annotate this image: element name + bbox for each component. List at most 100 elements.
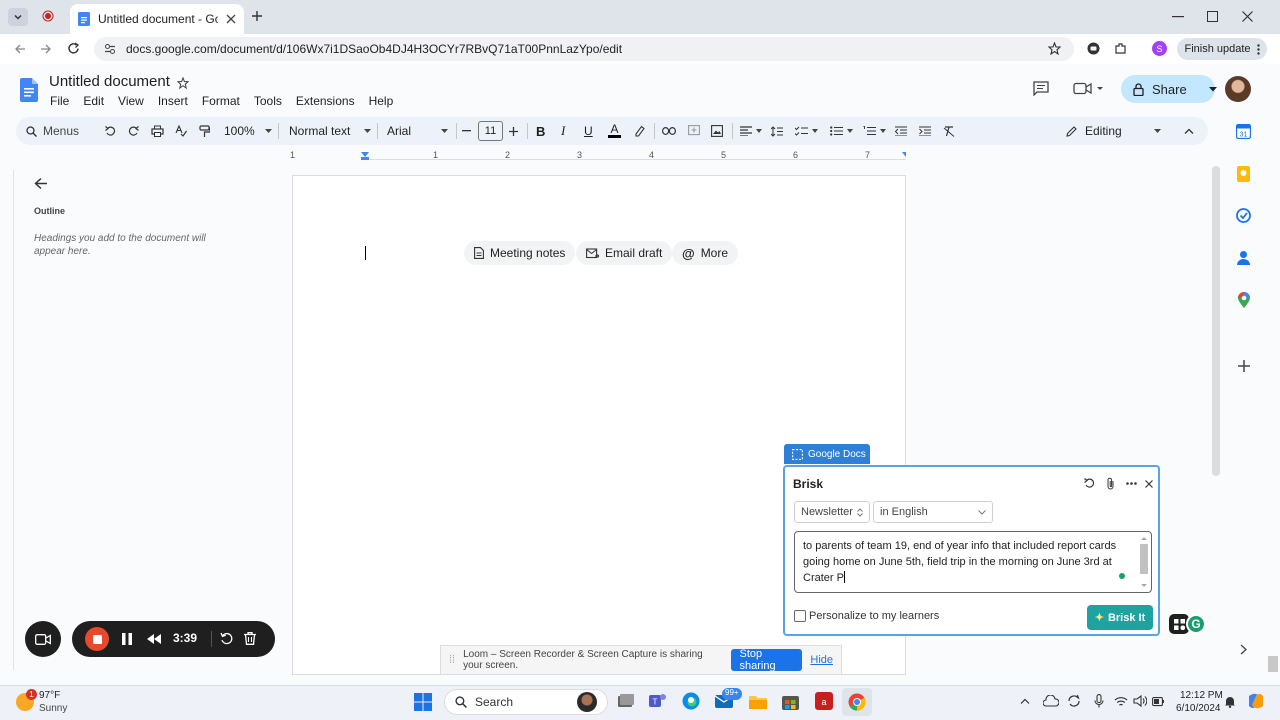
notifications-icon[interactable] [1224, 695, 1236, 708]
underline-icon[interactable]: U [584, 117, 593, 145]
brisk-undo-icon[interactable] [1084, 478, 1095, 488]
clear-formatting-icon[interactable] [943, 117, 955, 145]
add-comment-icon[interactable] [688, 117, 700, 145]
brisk-it-button[interactable]: ✦ Brisk It [1087, 605, 1153, 630]
restart-icon[interactable] [220, 632, 233, 645]
checklist-icon[interactable] [795, 117, 818, 145]
editing-mode-select[interactable]: Editing [1066, 117, 1161, 145]
loom-camera-button[interactable] [25, 621, 61, 657]
undo-icon[interactable] [105, 117, 116, 145]
windows-start-icon[interactable] [414, 693, 432, 711]
bold-icon[interactable]: B [536, 117, 545, 145]
tab-google-docs[interactable]: Untitled document - Google Do [70, 4, 244, 34]
rewind-icon[interactable] [147, 634, 161, 644]
delete-icon[interactable] [244, 632, 256, 645]
sync-icon[interactable] [1067, 694, 1081, 708]
task-view-icon[interactable] [617, 693, 635, 709]
personalize-checkbox[interactable] [794, 610, 806, 622]
menu-tools[interactable]: Tools [254, 94, 290, 108]
hide-link[interactable]: Hide [810, 654, 833, 666]
back-icon[interactable] [14, 43, 26, 55]
insert-image-icon[interactable] [711, 117, 723, 145]
meet-video-icon[interactable] [1073, 82, 1103, 95]
brisk-attach-icon[interactable] [1106, 477, 1115, 490]
pause-icon[interactable] [122, 633, 132, 645]
stop-recording-button[interactable] [85, 627, 109, 651]
extensions-puzzle-icon[interactable] [1114, 42, 1127, 55]
print-icon[interactable] [151, 117, 164, 145]
tasks-icon[interactable] [1236, 208, 1251, 223]
close-window-icon[interactable] [1242, 11, 1253, 22]
email-draft-chip[interactable]: Email draft [576, 241, 673, 265]
menu-format[interactable]: Format [202, 94, 248, 108]
stop-sharing-button[interactable]: Stop sharing [730, 648, 803, 672]
increase-font-size-icon[interactable] [509, 117, 518, 145]
italic-icon[interactable]: I [561, 117, 565, 145]
font-select[interactable]: Arial [387, 117, 449, 145]
clock-date[interactable]: 6/10/2024 [1176, 703, 1221, 714]
line-spacing-icon[interactable] [771, 117, 783, 145]
taskbar-search[interactable]: Search [444, 689, 608, 715]
spellcheck-icon[interactable] [175, 117, 187, 145]
chrome-taskbar-button[interactable] [842, 688, 872, 716]
battery-icon[interactable] [1152, 696, 1164, 707]
extension-icon[interactable] [1087, 42, 1100, 55]
collapse-toolbar-icon[interactable] [1184, 117, 1194, 145]
paragraph-style-select[interactable]: Normal text [289, 117, 372, 145]
bulleted-list-icon[interactable] [830, 117, 853, 145]
add-addon-icon[interactable] [1238, 360, 1250, 372]
redo-icon[interactable] [128, 117, 139, 145]
weather-widget[interactable]: 1 97°F Sunny [14, 689, 94, 717]
contacts-icon[interactable] [1237, 250, 1250, 265]
menu-edit[interactable]: Edit [83, 94, 112, 108]
close-outline-icon[interactable] [34, 177, 48, 190]
align-left-icon[interactable] [740, 117, 762, 145]
docs-logo-icon[interactable] [20, 78, 38, 102]
ruler[interactable]: 1 1 2 3 4 5 6 7 [290, 150, 906, 164]
link-icon[interactable] [662, 117, 676, 145]
store-icon[interactable] [782, 692, 799, 710]
pdf-app-icon[interactable]: a [815, 692, 833, 710]
wifi-icon[interactable] [1114, 696, 1128, 707]
comments-icon[interactable] [1033, 81, 1049, 96]
share-dropdown-icon[interactable] [1208, 86, 1217, 92]
menu-file[interactable]: File [50, 94, 77, 108]
decrease-indent-icon[interactable] [895, 117, 907, 145]
highlight-icon[interactable] [633, 117, 645, 145]
keep-icon[interactable] [1237, 166, 1250, 182]
calendar-icon[interactable]: 31 [1236, 124, 1251, 139]
zoom-select[interactable]: 100% [224, 117, 272, 145]
forward-icon[interactable] [40, 43, 52, 55]
address-bar[interactable]: docs.google.com/document/d/106Wx7i1DSaoO… [94, 37, 1074, 61]
teams-icon[interactable]: T [649, 692, 667, 710]
volume-icon[interactable] [1133, 695, 1147, 707]
brisk-language-select[interactable]: in English [873, 501, 993, 523]
profile-avatar[interactable]: S [1152, 41, 1167, 56]
meeting-notes-chip[interactable]: Meeting notes [464, 241, 576, 265]
brisk-type-select[interactable]: Newsletter [794, 501, 870, 523]
menu-insert[interactable]: Insert [158, 94, 196, 108]
finish-update-button[interactable]: Finish update [1177, 38, 1267, 60]
paint-format-icon[interactable] [199, 117, 210, 145]
copilot-icon[interactable] [1247, 692, 1265, 710]
onedrive-icon[interactable] [1043, 695, 1059, 707]
bookmark-star-icon[interactable] [1048, 42, 1061, 55]
menu-view[interactable]: View [118, 94, 152, 108]
brisk-more-icon[interactable] [1126, 482, 1137, 485]
tab-close-icon[interactable] [226, 14, 236, 24]
brisk-prompt-input[interactable]: to parents of team 19, end of year info … [794, 531, 1152, 593]
document-title[interactable]: Untitled document [49, 73, 170, 90]
decrease-font-size-icon[interactable] [462, 117, 471, 145]
tab-search-icon[interactable] [8, 8, 28, 26]
clock-time[interactable]: 12:12 PM [1180, 690, 1223, 701]
page-scrollbar[interactable] [1212, 166, 1220, 476]
menus-search[interactable]: Menus [26, 117, 79, 145]
numbered-list-icon[interactable] [863, 117, 886, 145]
brisk-close-icon[interactable] [1145, 480, 1153, 488]
microphone-icon[interactable] [1094, 694, 1104, 708]
grammarly-button[interactable]: G [1186, 614, 1206, 634]
expand-panel-icon[interactable] [1240, 644, 1247, 655]
edge-icon[interactable] [682, 692, 700, 710]
browser-scrollbar[interactable] [1268, 656, 1278, 672]
file-explorer-icon[interactable] [749, 694, 767, 709]
